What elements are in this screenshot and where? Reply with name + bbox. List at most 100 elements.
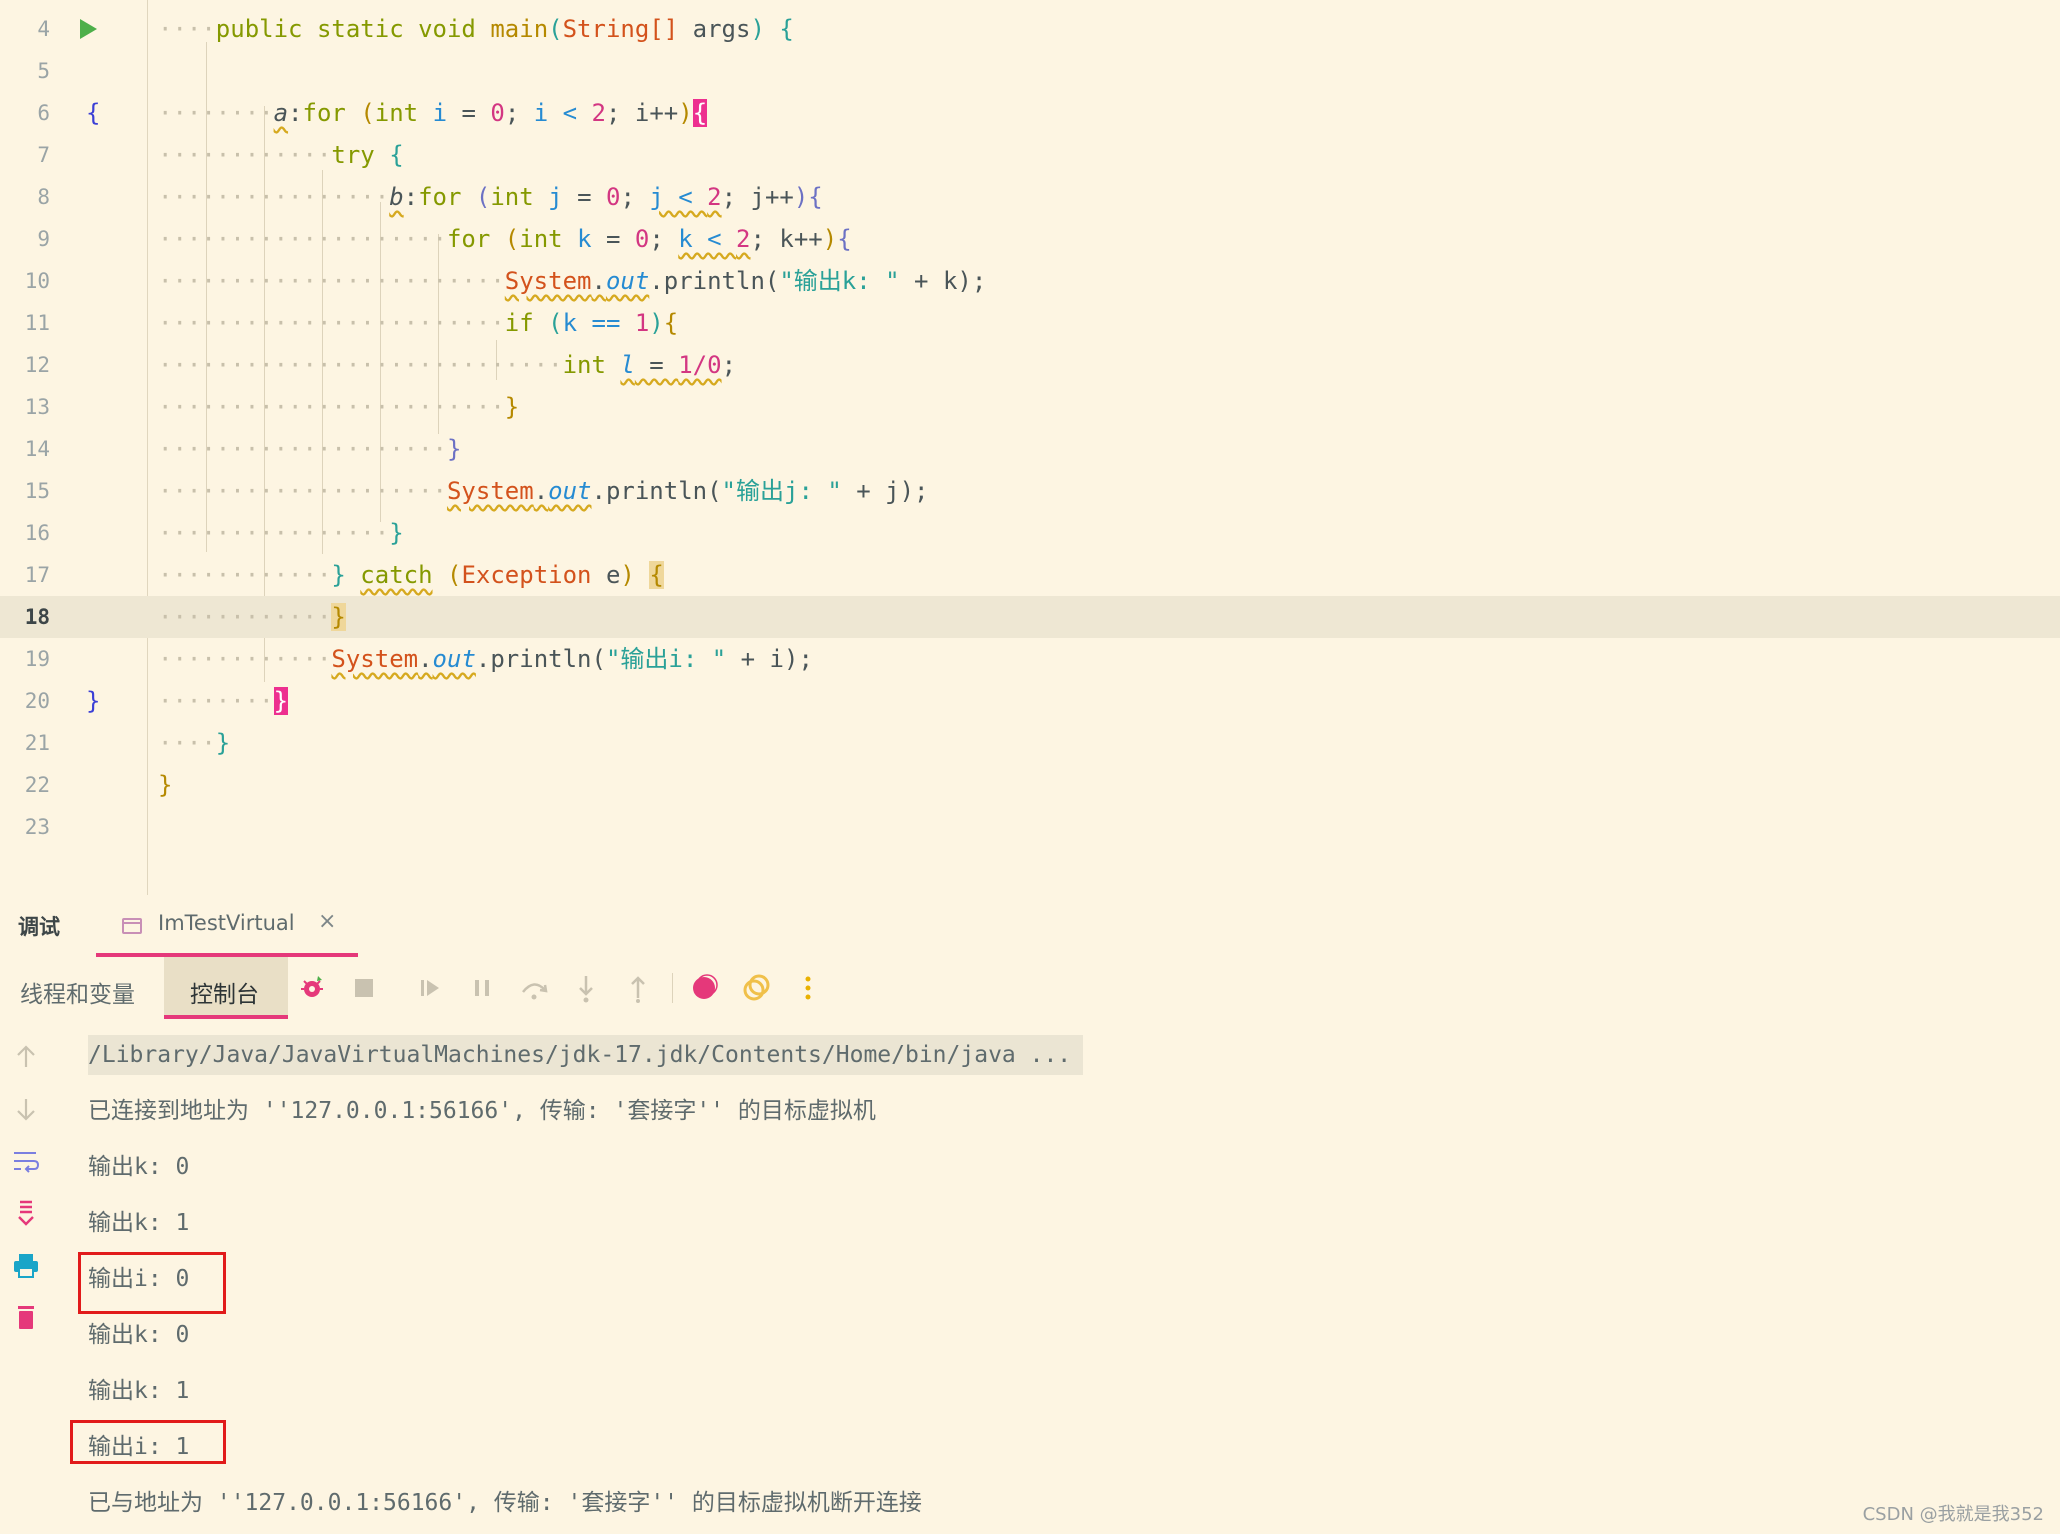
code-text: ········a:for (int i = 0; i < 2; i++){: [158, 99, 708, 127]
session-tab-label: ImTestVirtual: [158, 911, 295, 935]
step-into-icon[interactable]: [570, 972, 602, 1004]
console-line: 已连接到地址为 ''127.0.0.1:56166', 传输: '套接字'' 的…: [88, 1098, 876, 1124]
code-line[interactable]: 13 ························}: [0, 386, 2060, 428]
run-icon[interactable]: [80, 19, 97, 39]
rerun-debug-icon[interactable]: [296, 972, 328, 1004]
code-text: ········}: [158, 687, 289, 715]
highlight-box: [78, 1252, 226, 1314]
line-number: 13: [24, 395, 50, 419]
more-icon[interactable]: [792, 972, 824, 1004]
code-text: ················}: [158, 519, 404, 547]
active-tab-indicator: [164, 1015, 288, 1019]
scroll-up-icon[interactable]: [12, 1043, 40, 1071]
code-text: ············}: [158, 603, 346, 631]
code-text: ························System.out.print…: [158, 267, 987, 295]
stop-icon[interactable]: [348, 972, 380, 1004]
console-line: 输出k: 0: [88, 1154, 190, 1180]
code-text: ····}: [158, 729, 231, 757]
code-editor[interactable]: 4 ····public static void main(String[] a…: [0, 0, 2060, 895]
line-number: 16: [24, 521, 50, 545]
code-line[interactable]: 6 { ········a:for (int i = 0; i < 2; i++…: [0, 92, 2060, 134]
line-number: 20: [24, 689, 50, 713]
watermark: CSDN @我就是我352: [1862, 1504, 2044, 1525]
line-number: 11: [24, 311, 50, 335]
code-text: ····public static void main(String[] arg…: [158, 15, 794, 43]
tab-threads-variables[interactable]: 线程和变量: [20, 975, 135, 1009]
line-number: 7: [37, 143, 50, 167]
code-line[interactable]: 20 } ········}: [0, 680, 2060, 722]
code-text: ····················for (int k = 0; k < …: [158, 225, 852, 253]
debug-panel: 调试 ImTestVirtual × 线程和变量 控制台 /Library/Ja…: [0, 895, 2060, 1534]
code-line[interactable]: 9 ····················for (int k = 0; k …: [0, 218, 2060, 260]
code-text: ············} catch (Exception e) {: [158, 561, 664, 589]
brace-marker: {: [86, 99, 101, 127]
code-line[interactable]: 11 ························if (k == 1){: [0, 302, 2060, 344]
code-line[interactable]: 8 ················b:for (int j = 0; j < …: [0, 176, 2060, 218]
console-side-toolbar: [0, 1019, 52, 1534]
highlight-box: [70, 1420, 226, 1464]
console-command-line: /Library/Java/JavaVirtualMachines/jdk-17…: [88, 1035, 1084, 1075]
console-line: 输出k: 1: [88, 1210, 190, 1236]
close-icon[interactable]: ×: [318, 909, 336, 934]
view-breakpoints-icon[interactable]: [688, 972, 720, 1004]
line-number: 8: [37, 185, 50, 209]
debug-title: 调试: [18, 915, 60, 939]
code-text: ············try {: [158, 141, 404, 169]
debug-toolbar: 线程和变量 控制台: [0, 957, 2060, 1019]
code-line[interactable]: 7 ············try {: [0, 134, 2060, 176]
code-text: ····················System.out.println("…: [158, 477, 929, 505]
line-number: 6: [37, 101, 50, 125]
window-icon: [122, 918, 142, 934]
code-text: ············System.out.println("输出i: " +…: [158, 645, 813, 673]
code-line-current[interactable]: 18 ············}: [0, 596, 2060, 638]
scroll-to-end-icon[interactable]: [12, 1199, 40, 1227]
session-tab[interactable]: ImTestVirtual ×: [96, 895, 358, 957]
step-over-icon[interactable]: [518, 972, 550, 1004]
line-number: 14: [24, 437, 50, 461]
code-line[interactable]: 5: [0, 50, 2060, 92]
debug-tab-bar: 调试 ImTestVirtual ×: [0, 895, 2060, 957]
code-line[interactable]: 16 ················}: [0, 512, 2060, 554]
line-number: 18: [24, 605, 50, 629]
clear-icon[interactable]: [12, 1303, 40, 1331]
line-number: 4: [37, 17, 50, 41]
step-out-icon[interactable]: [622, 972, 654, 1004]
tab-console[interactable]: 控制台: [164, 957, 288, 1019]
line-number: 9: [37, 227, 50, 251]
code-text: ························if (k == 1){: [158, 309, 679, 337]
line-number: 10: [24, 269, 50, 293]
line-number: 12: [24, 353, 50, 377]
line-number: 17: [24, 563, 50, 587]
code-line[interactable]: 10 ························System.out.pr…: [0, 260, 2060, 302]
code-line[interactable]: 14 ····················}: [0, 428, 2060, 470]
scroll-down-icon[interactable]: [12, 1095, 40, 1123]
code-line[interactable]: 12 ····························int l = 1…: [0, 344, 2060, 386]
code-text: ····················}: [158, 435, 462, 463]
print-icon[interactable]: [12, 1251, 40, 1279]
line-number: 19: [24, 647, 50, 671]
line-number: 21: [24, 731, 50, 755]
code-text: ························}: [158, 393, 520, 421]
code-line[interactable]: 19 ············System.out.println("输出i: …: [0, 638, 2060, 680]
mute-breakpoints-icon[interactable]: [740, 972, 772, 1004]
console-line: 输出k: 1: [88, 1378, 190, 1404]
line-number: 23: [24, 815, 50, 839]
line-number: 15: [24, 479, 50, 503]
code-line[interactable]: 15 ····················System.out.printl…: [0, 470, 2060, 512]
code-line[interactable]: 21 ····}: [0, 722, 2060, 764]
resume-icon[interactable]: [414, 972, 446, 1004]
line-number: 22: [24, 773, 50, 797]
soft-wrap-icon[interactable]: [12, 1147, 40, 1175]
code-text: }: [158, 771, 173, 799]
tab-console-label: 控制台: [190, 982, 259, 1008]
pause-icon[interactable]: [466, 972, 498, 1004]
code-line[interactable]: 4 ····public static void main(String[] a…: [0, 8, 2060, 50]
code-text: ················b:for (int j = 0; j < 2;…: [158, 183, 823, 211]
console-line: 已与地址为 ''127.0.0.1:56166', 传输: '套接字'' 的目标…: [88, 1490, 922, 1516]
code-line[interactable]: 22 }: [0, 764, 2060, 806]
code-line[interactable]: 17 ············} catch (Exception e) {: [0, 554, 2060, 596]
code-text: ····························int l = 1/0;: [158, 351, 737, 379]
brace-marker: }: [86, 687, 101, 715]
code-line[interactable]: 23: [0, 806, 2060, 848]
line-number: 5: [37, 59, 50, 83]
